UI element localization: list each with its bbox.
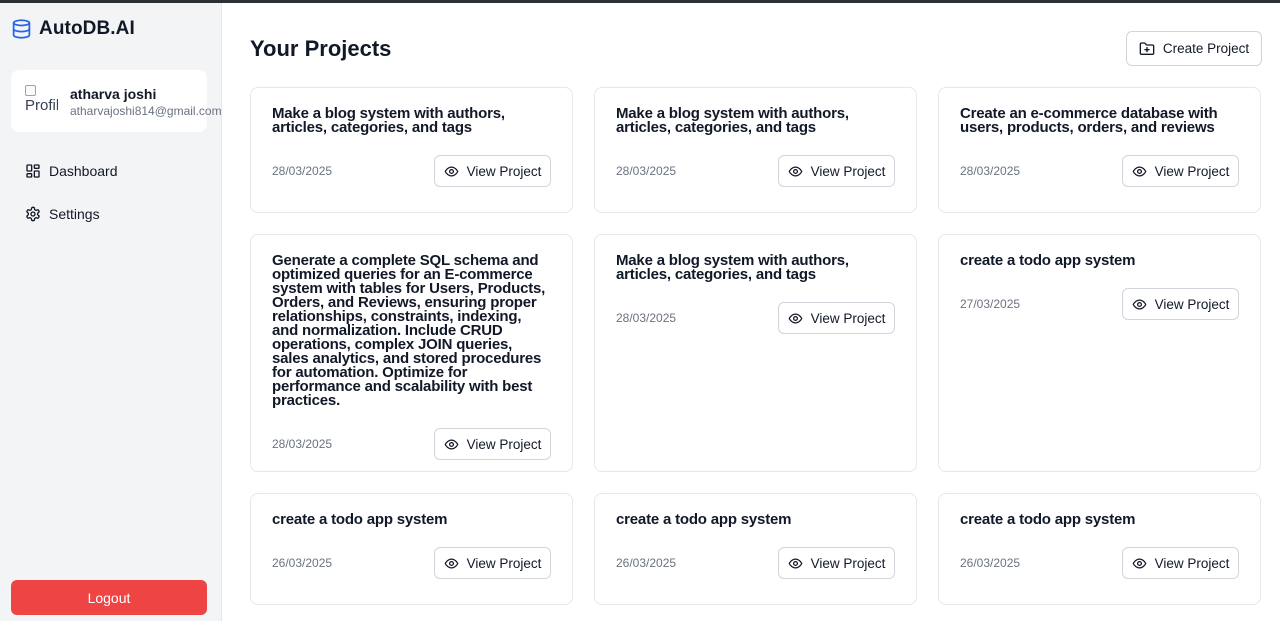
brand-name: AutoDB.AI	[39, 18, 135, 39]
project-date: 28/03/2025	[616, 164, 677, 178]
eye-icon	[1132, 297, 1147, 312]
project-date: 27/03/2025	[960, 297, 1021, 311]
project-footer: 26/03/2025 View Project	[272, 547, 551, 579]
eye-icon	[444, 437, 459, 452]
project-title: create a todo app system	[616, 511, 792, 528]
view-project-label: View Project	[810, 555, 886, 571]
eye-icon	[788, 164, 803, 179]
project-footer: 28/03/2025 View Project	[616, 155, 895, 187]
project-footer: 26/03/2025 View Project	[960, 547, 1239, 579]
eye-icon	[444, 164, 459, 179]
profile-email: atharvajoshi814@gmail.com	[70, 104, 222, 118]
eye-icon	[444, 556, 459, 571]
database-icon	[11, 17, 32, 41]
sidebar-item-label: Dashboard	[49, 163, 118, 179]
page-title: Your Projects	[250, 36, 392, 61]
view-project-button[interactable]: View Project	[434, 428, 551, 460]
project-footer: 28/03/2025 View Project	[272, 155, 551, 187]
project-card: Make a blog system with authors, article…	[594, 234, 917, 472]
view-project-label: View Project	[466, 436, 542, 452]
view-project-label: View Project	[810, 310, 886, 326]
project-card: Create an e-commerce database with users…	[938, 87, 1261, 213]
main-content: Your Projects Create Project Make a blog…	[222, 3, 1280, 621]
project-title: create a todo app system	[960, 252, 1136, 269]
project-card: Make a blog system with authors, article…	[594, 87, 917, 213]
dashboard-icon	[25, 163, 41, 179]
view-project-label: View Project	[466, 163, 542, 179]
eye-icon	[788, 556, 803, 571]
sidebar-item-settings[interactable]: Settings	[11, 197, 207, 231]
profile-name: atharva joshi	[70, 86, 157, 102]
create-project-button[interactable]: Create Project	[1126, 31, 1262, 66]
view-project-button[interactable]: View Project	[1122, 288, 1239, 320]
sidebar-item-dashboard[interactable]: Dashboard	[11, 154, 207, 188]
project-title: Make a blog system with authors, article…	[616, 105, 849, 136]
project-card: create a todo app system 27/03/2025 View…	[938, 234, 1261, 472]
view-project-button[interactable]: View Project	[778, 155, 895, 187]
avatar-alt-text: Profile	[25, 97, 58, 114]
view-project-button[interactable]: View Project	[1122, 547, 1239, 579]
sidebar-item-label: Settings	[49, 206, 100, 222]
profile-card[interactable]: Profile atharva joshi atharvajoshi814@gm…	[11, 70, 222, 132]
app-root: AutoDB.AI Profile atharva joshi atharvaj…	[0, 3, 1280, 621]
project-date: 28/03/2025	[616, 311, 677, 325]
eye-icon	[1132, 556, 1147, 571]
view-project-label: View Project	[466, 555, 542, 571]
project-footer: 28/03/2025 View Project	[960, 155, 1239, 187]
view-project-label: View Project	[1154, 163, 1230, 179]
project-card: Generate a complete SQL schema and optim…	[250, 234, 573, 472]
project-title: Make a blog system with authors, article…	[616, 252, 849, 283]
project-footer: 26/03/2025 View Project	[616, 547, 895, 579]
project-footer: 28/03/2025 View Project	[616, 302, 895, 334]
project-date: 28/03/2025	[272, 164, 333, 178]
view-project-button[interactable]: View Project	[778, 547, 895, 579]
project-title: Generate a complete SQL schema and optim…	[272, 252, 546, 409]
create-project-label: Create Project	[1162, 41, 1250, 56]
eye-icon	[1132, 164, 1147, 179]
project-date: 26/03/2025	[960, 556, 1021, 570]
project-date: 28/03/2025	[272, 437, 333, 451]
eye-icon	[788, 311, 803, 326]
project-footer: 27/03/2025 View Project	[960, 288, 1239, 320]
projects-grid: Make a blog system with authors, article…	[250, 87, 1262, 605]
view-project-label: View Project	[1154, 555, 1230, 571]
project-card: create a todo app system 26/03/2025 View…	[938, 493, 1261, 605]
project-title: create a todo app system	[272, 511, 448, 528]
view-project-label: View Project	[1154, 296, 1230, 312]
view-project-label: View Project	[810, 163, 886, 179]
window-top-border	[0, 0, 1280, 3]
project-title: Create an e-commerce database with users…	[960, 105, 1218, 136]
project-card: create a todo app system 26/03/2025 View…	[594, 493, 917, 605]
folder-plus-icon	[1139, 41, 1155, 57]
project-title: create a todo app system	[960, 511, 1136, 528]
project-footer: 28/03/2025 View Project	[272, 428, 551, 460]
logout-button[interactable]: Logout	[11, 580, 207, 615]
brand[interactable]: AutoDB.AI	[11, 17, 135, 41]
view-project-button[interactable]: View Project	[1122, 155, 1239, 187]
project-date: 26/03/2025	[616, 556, 677, 570]
project-card: create a todo app system 26/03/2025 View…	[250, 493, 573, 605]
project-date: 28/03/2025	[960, 164, 1021, 178]
project-card: Make a blog system with authors, article…	[250, 87, 573, 213]
gear-icon	[25, 206, 41, 222]
avatar: Profile	[25, 85, 58, 118]
sidebar: AutoDB.AI Profile atharva joshi atharvaj…	[0, 3, 222, 621]
project-title: Make a blog system with authors, article…	[272, 105, 505, 136]
view-project-button[interactable]: View Project	[778, 302, 895, 334]
project-date: 26/03/2025	[272, 556, 333, 570]
view-project-button[interactable]: View Project	[434, 155, 551, 187]
view-project-button[interactable]: View Project	[434, 547, 551, 579]
